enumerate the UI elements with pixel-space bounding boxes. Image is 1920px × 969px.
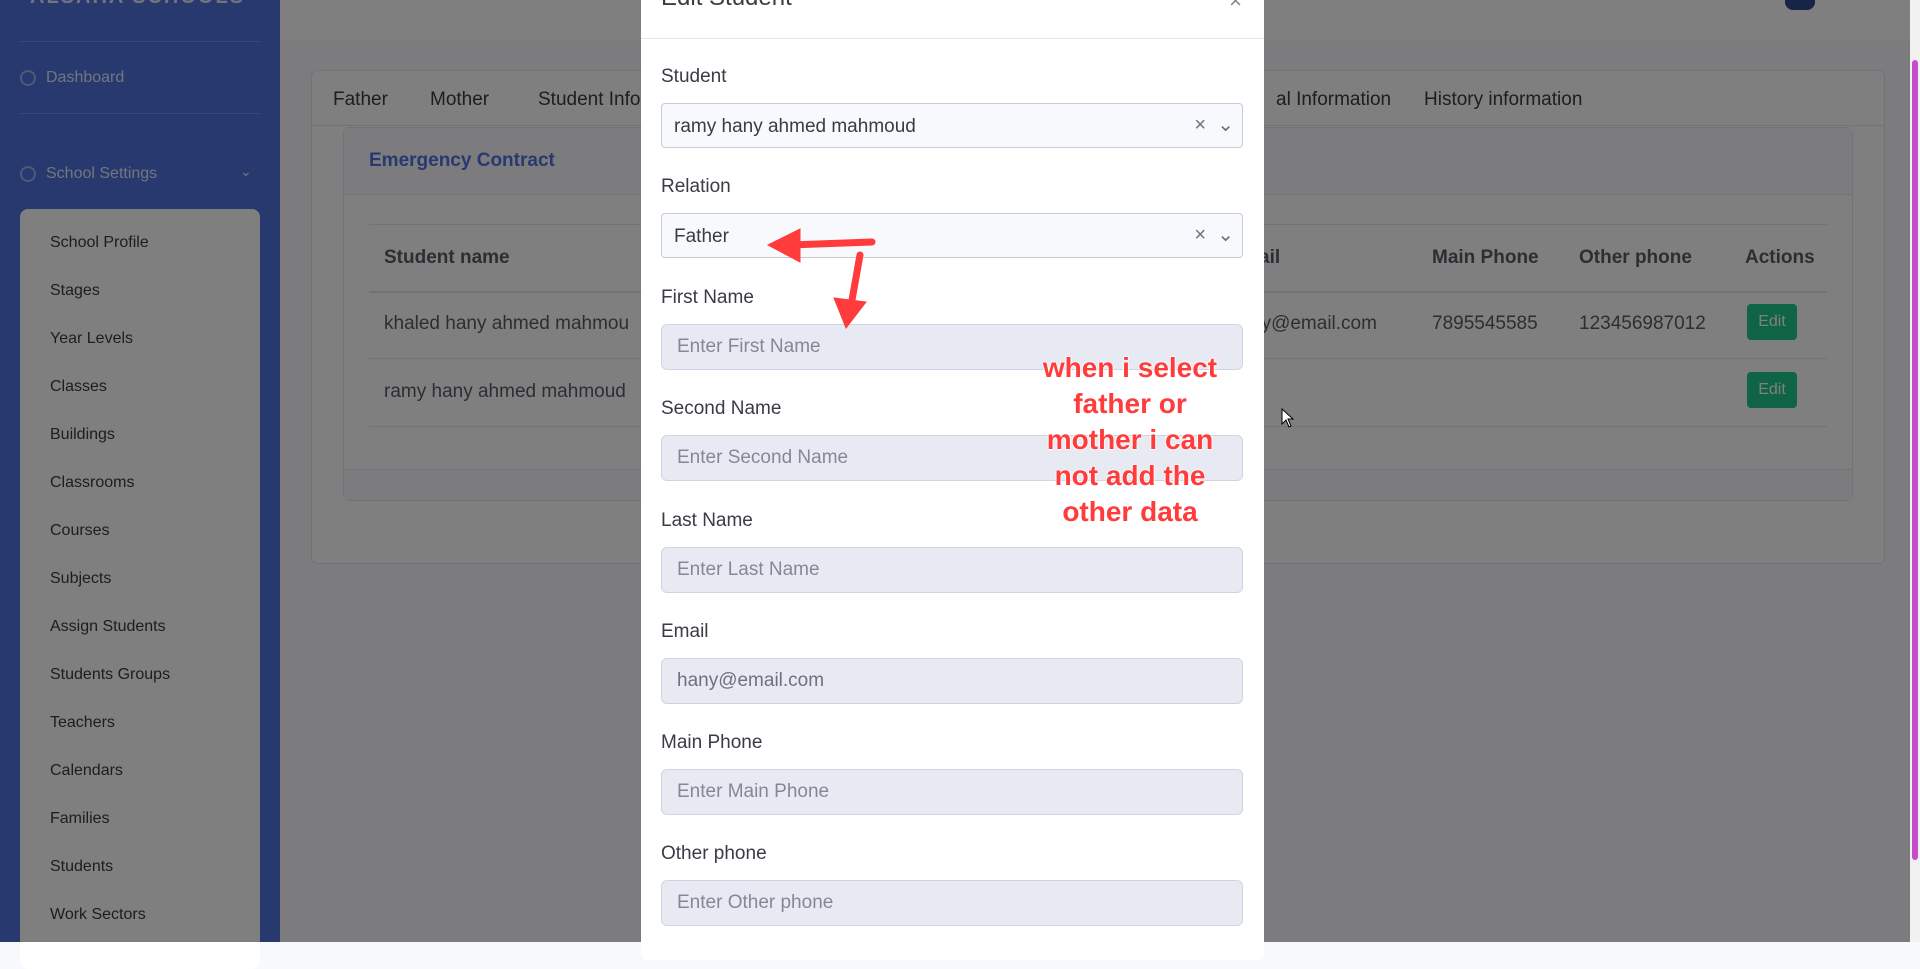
email-input[interactable] [661, 658, 1243, 704]
scrollbar[interactable] [1910, 0, 1920, 942]
chevron-down-icon[interactable]: ⌄ [1217, 112, 1234, 137]
chevron-down-icon[interactable]: ⌄ [1217, 222, 1234, 247]
annotation-note: when i select father or mother i can not… [1036, 350, 1224, 530]
student-label: Student [661, 66, 727, 87]
main-phone-label: Main Phone [661, 732, 763, 753]
annotation-line: when i select [1042, 352, 1218, 384]
first-name-label: First Name [661, 287, 754, 308]
last-name-label: Last Name [661, 510, 753, 531]
last-name-input[interactable] [661, 547, 1243, 593]
relation-select-value: Father [674, 226, 729, 247]
scrollbar-thumb[interactable] [1912, 60, 1918, 860]
second-name-label: Second Name [661, 398, 782, 419]
relation-select[interactable]: Father × ⌄ [661, 213, 1243, 258]
main-phone-input[interactable] [661, 769, 1243, 815]
student-select[interactable]: ramy hany ahmed mahmoud × ⌄ [661, 103, 1243, 148]
mouse-cursor-icon [1281, 408, 1295, 428]
annotation-line: mother i can [1046, 424, 1214, 456]
modal-title: Edit Student [661, 0, 792, 12]
email-label: Email [661, 621, 709, 642]
other-phone-input[interactable] [661, 880, 1243, 926]
annotation-line: not add the [1054, 460, 1206, 492]
close-icon[interactable]: × [1229, 0, 1242, 14]
other-phone-label: Other phone [661, 843, 767, 864]
clear-icon[interactable]: × [1194, 224, 1206, 247]
student-select-value: ramy hany ahmed mahmoud [674, 116, 916, 137]
modal-header: Edit Student × [641, 0, 1264, 39]
relation-label: Relation [661, 176, 731, 197]
annotation-line: father or [1073, 388, 1188, 420]
clear-icon[interactable]: × [1194, 114, 1206, 137]
annotation-line: other data [1062, 496, 1198, 528]
